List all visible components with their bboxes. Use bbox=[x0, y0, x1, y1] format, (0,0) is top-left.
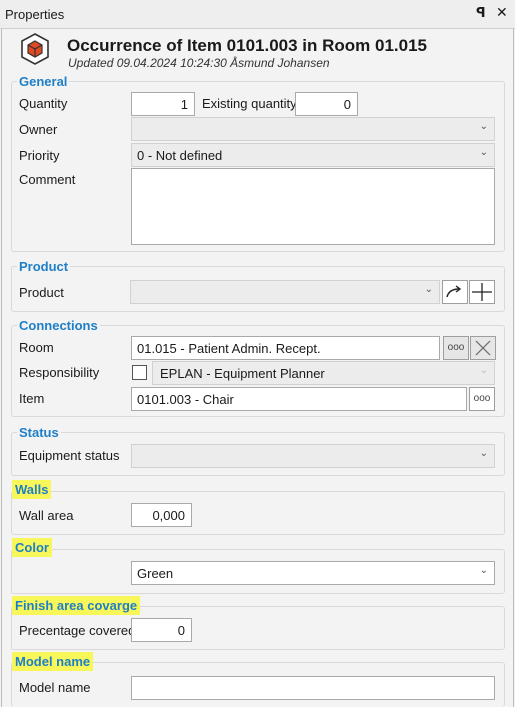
wall-area-field[interactable]: 0,000 bbox=[131, 503, 192, 527]
add-plus-icon[interactable] bbox=[469, 280, 495, 304]
percentage-covered-value: 0 bbox=[177, 623, 185, 638]
updated-subtitle: Updated 09.04.2024 10:24:30 Åsmund Johan… bbox=[68, 56, 330, 70]
pin-icon[interactable]: ꟼ bbox=[476, 5, 486, 21]
status-legend: Status bbox=[17, 425, 61, 440]
go-to-arrow-icon[interactable] bbox=[442, 280, 468, 304]
window-title: Properties bbox=[5, 7, 65, 22]
chevron-down-icon: ⌄ bbox=[479, 121, 488, 132]
priority-select[interactable]: 0 - Not defined ⌄ bbox=[131, 143, 495, 167]
percentage-covered-field[interactable]: 0 bbox=[131, 618, 192, 642]
product-legend: Product bbox=[17, 259, 71, 274]
responsibility-value: EPLAN - Equipment Planner bbox=[160, 366, 325, 381]
model-name-label: Model name bbox=[19, 680, 91, 695]
quantity-field[interactable]: 1 bbox=[131, 92, 195, 116]
existing-quantity-value: 0 bbox=[343, 97, 351, 112]
chevron-down-icon: ⌄ bbox=[479, 147, 488, 158]
model-name-field[interactable] bbox=[131, 676, 495, 700]
walls-section bbox=[11, 491, 505, 535]
existing-quantity-field[interactable]: 0 bbox=[295, 92, 358, 116]
properties-titlebar: Properties ꟼ ✕ bbox=[0, 0, 515, 29]
connections-legend: Connections bbox=[17, 318, 100, 333]
existing-quantity-label: Existing quantity bbox=[202, 96, 297, 111]
finish-legend: Finish area covarge bbox=[12, 596, 141, 615]
priority-value: 0 - Not defined bbox=[137, 148, 223, 163]
item-label: Item bbox=[19, 391, 45, 406]
equipment-status-select[interactable]: ⌄ bbox=[131, 444, 495, 468]
item-value: 0101.003 - Chair bbox=[137, 392, 234, 407]
close-icon[interactable]: ✕ bbox=[496, 4, 508, 21]
comment-textarea[interactable] bbox=[131, 168, 495, 245]
responsibility-select[interactable]: EPLAN - Equipment Planner ⌄ bbox=[152, 361, 495, 385]
page-title: Occurrence of Item 0101.003 in Room 01.0… bbox=[67, 36, 428, 55]
model-legend: Model name bbox=[12, 652, 94, 671]
wall-area-value: 0,000 bbox=[152, 508, 185, 523]
chevron-down-icon: ⌄ bbox=[424, 284, 433, 295]
item-field[interactable]: 0101.003 - Chair bbox=[131, 387, 467, 411]
quantity-value: 1 bbox=[180, 97, 188, 112]
chevron-down-icon: ⌄ bbox=[479, 365, 488, 376]
equipment-status-label: Equipment status bbox=[19, 448, 120, 463]
responsibility-checkbox[interactable] bbox=[132, 365, 147, 380]
chevron-down-icon: ⌄ bbox=[479, 565, 488, 576]
room-browse-button[interactable]: ooo bbox=[443, 336, 469, 360]
chevron-down-icon: ⌄ bbox=[479, 448, 488, 459]
walls-legend: Walls bbox=[12, 480, 52, 499]
room-label: Room bbox=[19, 340, 54, 355]
priority-label: Priority bbox=[19, 148, 60, 163]
product-label: Product bbox=[19, 285, 64, 300]
room-field[interactable]: 01.015 - Patient Admin. Recept. bbox=[131, 336, 440, 360]
product-select[interactable]: ⌄ bbox=[130, 280, 440, 304]
color-value: Green bbox=[137, 566, 174, 581]
cube-icon bbox=[21, 33, 49, 65]
responsibility-label: Responsibility bbox=[19, 365, 100, 380]
percentage-covered-label: Precentage covered bbox=[19, 623, 136, 638]
color-select[interactable]: Green ⌄ bbox=[131, 561, 495, 585]
color-legend: Color bbox=[12, 538, 52, 557]
comment-label: Comment bbox=[19, 172, 76, 187]
owner-select[interactable]: ⌄ bbox=[131, 117, 495, 141]
item-browse-button[interactable]: ooo bbox=[469, 387, 495, 411]
general-legend: General bbox=[17, 74, 70, 89]
wall-area-label: Wall area bbox=[19, 508, 74, 523]
room-clear-button[interactable] bbox=[470, 336, 496, 360]
quantity-label: Quantity bbox=[19, 96, 68, 111]
owner-label: Owner bbox=[19, 122, 58, 137]
room-value: 01.015 - Patient Admin. Recept. bbox=[137, 341, 321, 356]
